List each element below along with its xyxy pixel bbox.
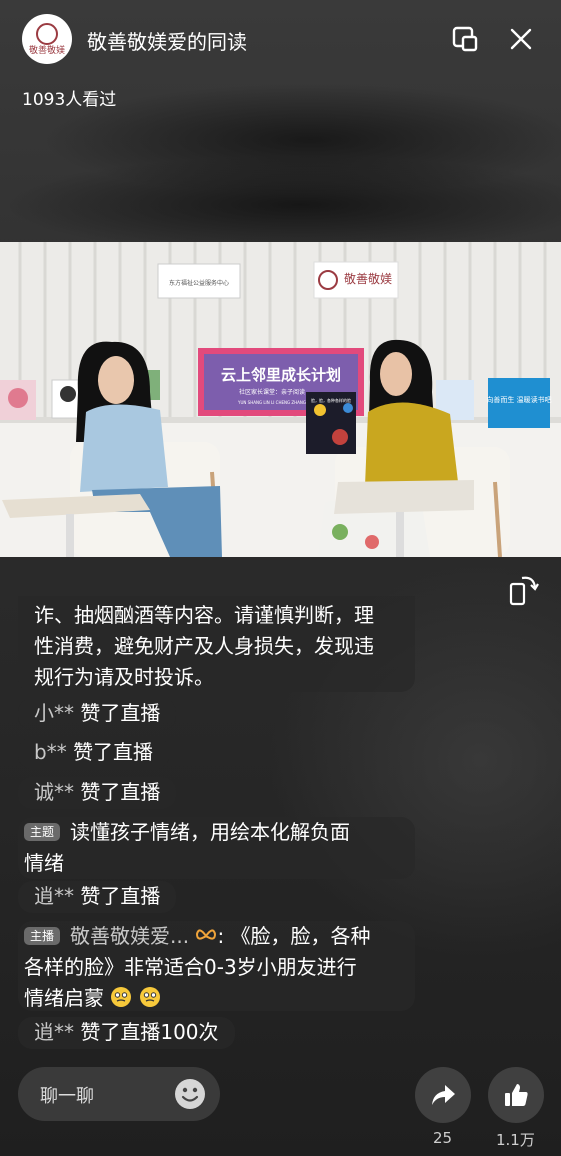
channel-title[interactable]: 敬善敬媄爱的同读 (87, 26, 247, 55)
list-item: 诚** 赞了直播 (18, 777, 177, 809)
viewer-count: 1093人看过 (22, 90, 117, 110)
share-arrow-icon (432, 1085, 455, 1105)
banner-title: 云上邻里成长计划 (221, 366, 341, 384)
topic-comment: 主题 读懂孩子情绪，用绘本化解负面 情绪 (18, 817, 415, 879)
avatar[interactable]: 敬善敬媄 (22, 14, 72, 64)
host-text-line: 情绪启蒙 (24, 986, 104, 1010)
comment-user: b** (34, 740, 67, 764)
comment-text: 赞了直播100次 (80, 1020, 219, 1044)
logo-seal-icon (36, 22, 58, 45)
share-button[interactable] (415, 1067, 471, 1123)
comment-text: 赞了直播 (80, 701, 161, 725)
notice-line: 诈、抽烟酗酒等内容。请谨慎判断，理 (34, 603, 374, 627)
notice-line: 性消费，避免财产及人身损失，发现违 (34, 634, 374, 658)
list-item: 小** 赞了直播 (18, 698, 177, 730)
rotate-screen-button[interactable] (508, 572, 540, 608)
topic-text-line: 读懂孩子情绪，用绘本化解负面 (70, 820, 351, 844)
picture-in-picture-icon (452, 26, 478, 52)
host-badge: 主播 (24, 927, 61, 945)
thinking-face-icon (139, 987, 160, 1007)
chat-placeholder: 聊一聊 (40, 1086, 94, 1107)
topic-badge: 主题 (24, 823, 61, 841)
wall-sign-text: 东方福祉公益服务中心 (169, 279, 229, 287)
close-icon (510, 28, 532, 50)
comment-text: 赞了直播 (80, 780, 161, 804)
thinking-face-icon (111, 987, 132, 1007)
notice-line: 规行为请及时投诉。 (34, 665, 214, 689)
like-count: 1.1万 (496, 1131, 535, 1149)
smiley-icon (175, 1079, 205, 1109)
host-text-line: 《脸，脸，各种 (230, 924, 371, 948)
right-poster-text: 向善而生 温暖读书吧 (486, 395, 551, 404)
avatar-logo-text: 敬善敬媄 (28, 45, 65, 56)
rotate-screen-icon (509, 576, 539, 606)
butterfly-icon (196, 929, 217, 940)
comment-user: 诚** (34, 780, 74, 804)
banner-subtitle: 社区家长课堂：亲子阅读 (239, 388, 305, 396)
list-item: 逍** 赞了直播100次 (18, 1017, 235, 1049)
thumbs-up-icon (505, 1084, 528, 1106)
close-button[interactable] (506, 24, 536, 54)
comment-user: 逍** (34, 884, 74, 908)
host-text-line: 各样的脸》非常适合0-3岁小朋友进行 (24, 955, 357, 979)
like-button[interactable] (488, 1067, 544, 1123)
comment-text: 赞了直播 (73, 740, 154, 764)
share-count: 25 (433, 1129, 453, 1147)
host-comment: 主播 敬善敬媄爱... : 《脸，脸，各种 各样的脸》非常适合0-3岁小朋友进行 … (18, 921, 415, 1011)
picture-in-picture-button[interactable] (450, 24, 480, 54)
list-item: b** 赞了直播 (18, 737, 170, 769)
banner-pinyin: YUN SHANG LIN LI CHENG ZHANG (237, 400, 306, 405)
video-scene: 东方福祉公益服务中心 敬善敬媄 云上邻里成长计划 社区家长课堂：亲子阅读 YUN… (0, 242, 561, 557)
comment-text: 赞了直播 (80, 884, 161, 908)
header: 敬善敬媄 敬善敬媄爱的同读 (0, 0, 561, 80)
host-name: 敬善敬媄爱... (70, 924, 190, 948)
notice-comment: 诈、抽烟酗酒等内容。请谨慎判断，理 性消费，避免财产及人身损失，发现违 规行为请… (18, 596, 415, 692)
wall-logo-text: 敬善敬媄 (344, 271, 392, 286)
comment-user: 小** (34, 701, 74, 725)
chat-input[interactable]: 聊一聊 (18, 1067, 220, 1121)
list-item: 逍** 赞了直播 (18, 881, 177, 913)
emoji-button[interactable] (173, 1077, 207, 1111)
comment-user: 逍** (34, 1020, 74, 1044)
topic-text-line: 情绪 (24, 851, 64, 875)
book-title: 脸，脸，各种各样的脸 (311, 397, 351, 403)
live-video[interactable]: 东方福祉公益服务中心 敬善敬媄 云上邻里成长计划 社区家长课堂：亲子阅读 YUN… (0, 242, 561, 557)
